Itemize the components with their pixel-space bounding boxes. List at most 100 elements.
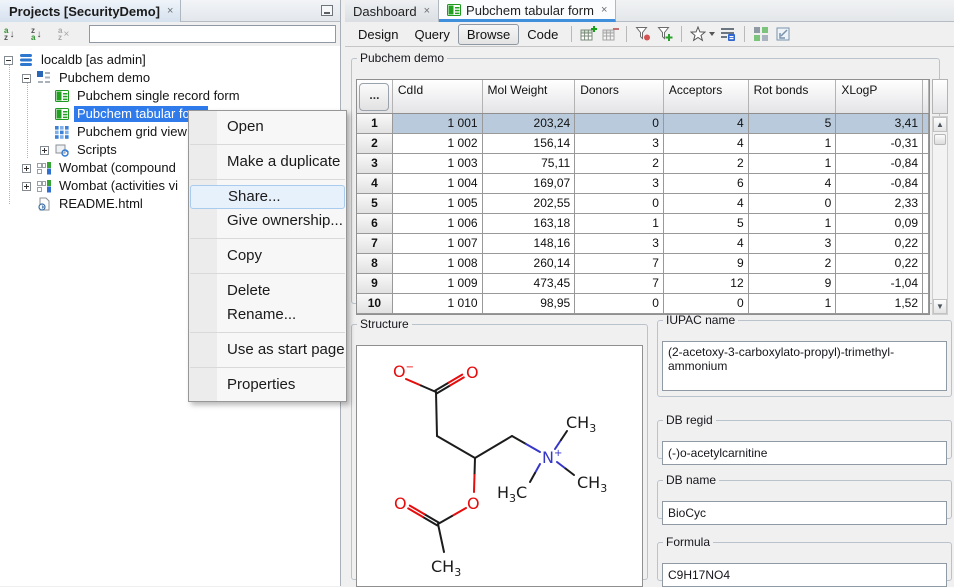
menu-item-open[interactable]: Open [189, 115, 346, 139]
row-number[interactable]: 4 [357, 174, 393, 194]
db-regid-field[interactable]: (-)o-acetylcarnitine [662, 441, 947, 465]
cell-donors[interactable]: 7 [575, 274, 664, 294]
cell-mol-weight[interactable]: 202,55 [483, 194, 576, 214]
db-name-field[interactable]: BioCyc [662, 501, 947, 525]
cell-mol-weight[interactable]: 156,14 [483, 134, 576, 154]
menu-item-share[interactable]: Share... [190, 185, 345, 209]
cell-cdid[interactable]: 1 001 [393, 114, 483, 134]
row-number[interactable]: 8 [357, 254, 393, 274]
collapse-icon[interactable] [4, 56, 13, 65]
row-number[interactable]: 6 [357, 214, 393, 234]
cell-rot-bonds[interactable]: 5 [749, 114, 837, 134]
cell-mol-weight[interactable]: 473,45 [483, 274, 576, 294]
resize-mode-icon[interactable] [772, 24, 794, 45]
scrollbar-thumb[interactable] [934, 134, 946, 145]
tab-projects[interactable]: Projects [SecurityDemo] × [0, 0, 181, 22]
cell-acceptors[interactable]: 4 [664, 194, 749, 214]
cell-mol-weight[interactable]: 163,18 [483, 214, 576, 234]
formula-field[interactable]: C9H17NO4 [662, 563, 947, 587]
cell-xlogp[interactable]: -0,31 [836, 134, 923, 154]
cell-donors[interactable]: 7 [575, 254, 664, 274]
column-header-cdid[interactable]: CdId [393, 80, 483, 113]
cell-mol-weight[interactable]: 75,11 [483, 154, 576, 174]
delete-row-icon[interactable] [599, 24, 621, 45]
table-row[interactable]: 4 1 004 169,07 3 6 4 -0,84 [357, 174, 929, 194]
row-number[interactable]: 10 [357, 294, 393, 314]
expand-icon[interactable] [22, 164, 31, 173]
chevron-down-icon[interactable] [709, 32, 715, 36]
cell-cdid[interactable]: 1 003 [393, 154, 483, 174]
cell-donors[interactable]: 3 [575, 234, 664, 254]
code-button[interactable]: Code [519, 25, 566, 44]
menu-item-use-as-start-page[interactable]: Use as start page [189, 338, 346, 362]
cell-acceptors[interactable]: 0 [664, 294, 749, 314]
cell-xlogp[interactable]: -0,84 [836, 154, 923, 174]
sort-descending-button[interactable]: za ↓ [31, 25, 55, 44]
table-row[interactable]: 10 1 010 98,95 0 0 1 1,52 [357, 294, 929, 314]
cell-donors[interactable]: 0 [575, 294, 664, 314]
scroll-up-icon[interactable]: ▲ [933, 117, 947, 132]
cell-mol-weight[interactable]: 203,24 [483, 114, 576, 134]
cell-donors[interactable]: 0 [575, 114, 664, 134]
cell-donors[interactable]: 1 [575, 214, 664, 234]
cell-xlogp[interactable]: 2,33 [836, 194, 923, 214]
cell-acceptors[interactable]: 6 [664, 174, 749, 194]
cell-acceptors[interactable]: 12 [664, 274, 749, 294]
tree-item-single-record-form[interactable]: Pubchem single record form [0, 87, 340, 105]
cell-acceptors[interactable]: 9 [664, 254, 749, 274]
cell-mol-weight[interactable]: 169,07 [483, 174, 576, 194]
column-header-mol-weight[interactable]: Mol Weight [483, 80, 576, 113]
cell-acceptors[interactable]: 4 [664, 114, 749, 134]
menu-item-copy[interactable]: Copy [189, 244, 346, 268]
tree-filter-input[interactable] [89, 25, 336, 43]
cell-cdid[interactable]: 1 009 [393, 274, 483, 294]
cell-donors[interactable]: 3 [575, 174, 664, 194]
close-icon[interactable]: × [424, 6, 430, 16]
cell-xlogp[interactable]: 3,41 [836, 114, 923, 134]
cell-donors[interactable]: 2 [575, 154, 664, 174]
cell-mol-weight[interactable]: 260,14 [483, 254, 576, 274]
tree-item-pubchem-demo[interactable]: Pubchem demo [0, 69, 340, 87]
row-number[interactable]: 5 [357, 194, 393, 214]
cell-donors[interactable]: 3 [575, 134, 664, 154]
cell-mol-weight[interactable]: 148,16 [483, 234, 576, 254]
row-number[interactable]: 1 [357, 114, 393, 134]
row-number[interactable]: 2 [357, 134, 393, 154]
close-icon[interactable]: × [601, 5, 607, 15]
structure-viewer[interactable]: O− O N+ CH3 CH3 H3C O O CH3 [356, 345, 643, 587]
favorites-star-icon[interactable] [687, 24, 709, 45]
clear-filter-icon[interactable] [632, 24, 654, 45]
cell-rot-bonds[interactable]: 3 [749, 234, 837, 254]
iupac-name-field[interactable]: (2-acetoxy-3-carboxylato-propyl)-trimeth… [662, 341, 947, 391]
menu-item-give-ownership[interactable]: Give ownership... [189, 209, 346, 233]
cell-donors[interactable]: 0 [575, 194, 664, 214]
sort-ascending-button[interactable]: az ↓ [4, 25, 28, 44]
row-number[interactable]: 7 [357, 234, 393, 254]
add-filter-icon[interactable] [654, 24, 676, 45]
cell-rot-bonds[interactable]: 9 [749, 274, 837, 294]
table-row[interactable]: 6 1 006 163,18 1 5 1 0,09 [357, 214, 929, 234]
column-header-xlogp[interactable]: XLogP [836, 80, 923, 113]
list-details-icon[interactable] [717, 24, 739, 45]
table-row[interactable]: 5 1 005 202,55 0 4 0 2,33 [357, 194, 929, 214]
cell-xlogp[interactable]: 0,22 [836, 234, 923, 254]
cell-rot-bonds[interactable]: 2 [749, 254, 837, 274]
cell-cdid[interactable]: 1 005 [393, 194, 483, 214]
cell-cdid[interactable]: 1 010 [393, 294, 483, 314]
table-row[interactable]: 3 1 003 75,11 2 2 1 -0,84 [357, 154, 929, 174]
row-number[interactable]: 3 [357, 154, 393, 174]
table-vertical-scrollbar[interactable]: ▲ ▼ [932, 116, 948, 315]
widgets-grid-icon[interactable] [750, 24, 772, 45]
cell-xlogp[interactable]: 0,09 [836, 214, 923, 234]
cell-rot-bonds[interactable]: 1 [749, 294, 837, 314]
cell-xlogp[interactable]: -1,04 [836, 274, 923, 294]
cell-xlogp[interactable]: 1,52 [836, 294, 923, 314]
scroll-down-icon[interactable]: ▼ [933, 299, 947, 314]
menu-item-properties[interactable]: Properties [189, 373, 346, 397]
expand-icon[interactable] [40, 146, 49, 155]
menu-item-make-duplicate[interactable]: Make a duplicate [189, 150, 346, 174]
tab-dashboard[interactable]: Dashboard × [345, 0, 439, 22]
table-row[interactable]: 9 1 009 473,45 7 12 9 -1,04 [357, 274, 929, 294]
design-button[interactable]: Design [350, 25, 406, 44]
cell-rot-bonds[interactable]: 1 [749, 154, 837, 174]
